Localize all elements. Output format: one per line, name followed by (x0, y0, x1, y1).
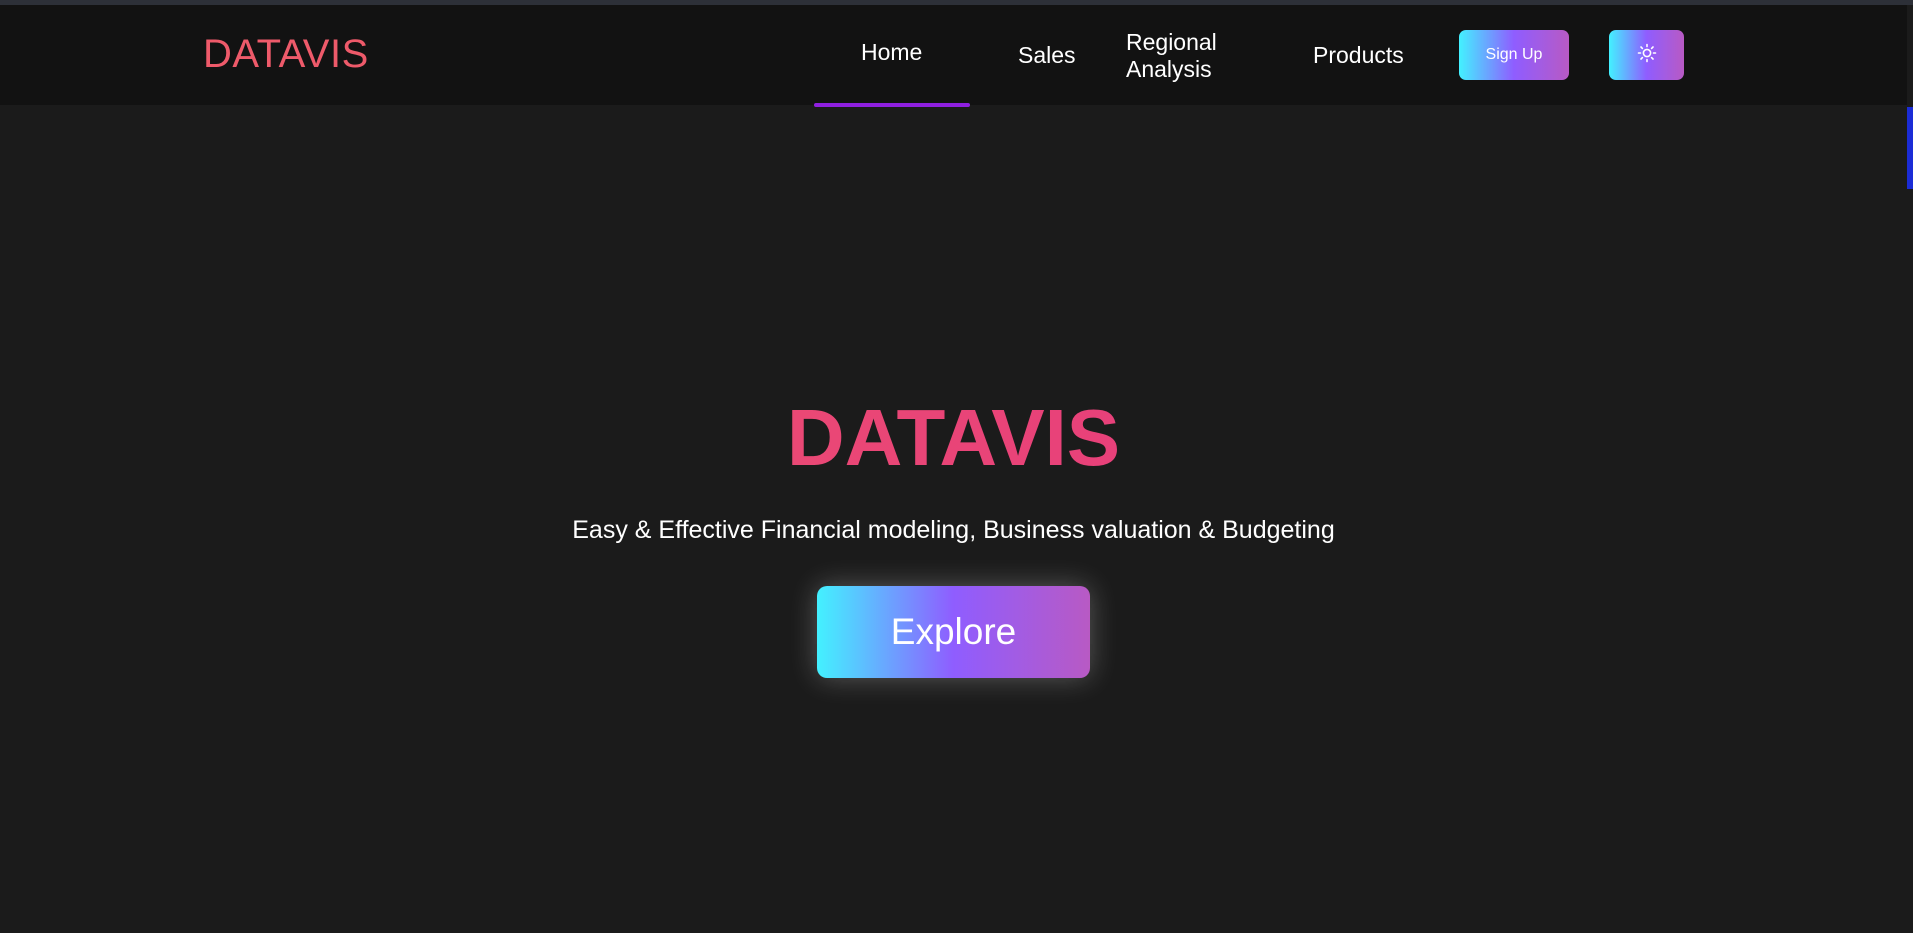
nav-item-home[interactable]: Home (814, 5, 970, 107)
hero-title: DATAVIS (0, 392, 1907, 484)
scrollbar-thumb[interactable] (1907, 107, 1913, 189)
scrollbar[interactable] (1907, 5, 1913, 933)
nav-item-products[interactable]: Products (1313, 42, 1404, 69)
sun-icon (1637, 43, 1657, 68)
nav-item-home-label: Home (861, 39, 923, 65)
navbar: DATAVIS Home Sales Regional Analysis Pro… (0, 5, 1907, 107)
hero-subtitle: Easy & Effective Financial modeling, Bus… (572, 516, 1335, 544)
explore-button[interactable]: Explore (817, 586, 1090, 678)
logo[interactable]: DATAVIS (203, 32, 369, 77)
theme-toggle-button[interactable] (1609, 30, 1684, 80)
nav-item-sales[interactable]: Sales (1018, 42, 1076, 69)
active-tab-indicator (814, 103, 970, 107)
nav-item-regional-analysis[interactable]: Regional Analysis (1126, 29, 1246, 83)
sign-up-button[interactable]: Sign Up (1459, 30, 1569, 80)
